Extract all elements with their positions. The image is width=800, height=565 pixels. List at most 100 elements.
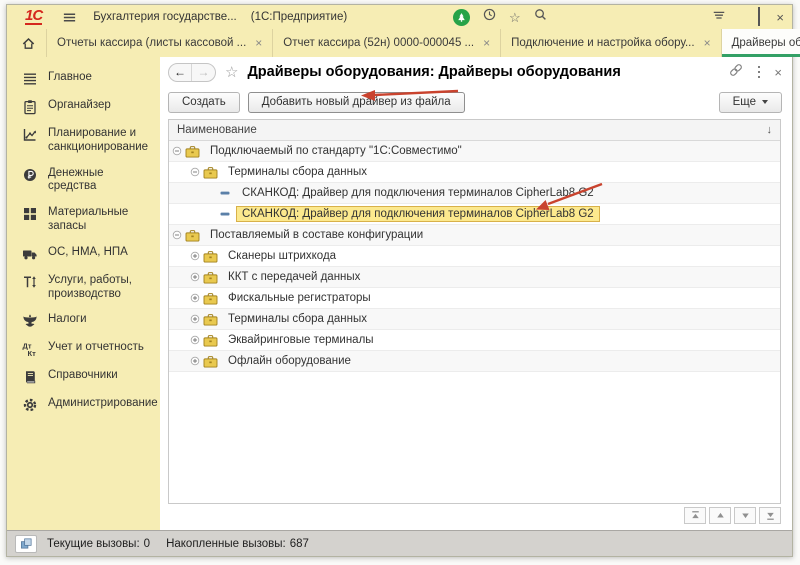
collapse-node-icon[interactable]	[172, 230, 182, 240]
expand-node-icon[interactable]	[190, 293, 200, 303]
add-to-favorites-icon[interactable]: ☆	[225, 65, 238, 80]
tree-row-5[interactable]: Поставляемый в составе конфигурации	[169, 225, 780, 246]
main-menu-icon[interactable]	[712, 8, 726, 27]
tree-row-label: СКАНКОД: Драйвер для подключения термина…	[236, 185, 600, 201]
sidebar-item-3[interactable]: Планирование и санкционирование	[7, 121, 160, 161]
search-icon[interactable]	[533, 7, 548, 27]
money-icon	[22, 167, 38, 183]
sidebar-item-label: Услуги, работы, производство	[48, 274, 154, 302]
expand-node-icon[interactable]	[190, 314, 200, 324]
tree-row-6[interactable]: Сканеры штрихкода	[169, 246, 780, 267]
chevron-down-icon	[762, 100, 768, 104]
driver-item-icon	[219, 208, 231, 220]
sidebar-item-7[interactable]: Услуги, работы, производство	[7, 268, 160, 308]
tab-close-icon[interactable]: ×	[483, 37, 490, 49]
tree-row-10[interactable]: Эквайринговые терминалы	[169, 330, 780, 351]
main-area: Главное Органайзер Планирование и санкцион…	[7, 57, 792, 530]
sidebar-item-9[interactable]: Учет и отчетность	[7, 335, 160, 363]
go-up-button[interactable]	[709, 507, 731, 524]
sidebar-item-4[interactable]: Денежные средства	[7, 161, 160, 201]
add-driver-from-file-button[interactable]: Добавить новый драйвер из файла	[248, 92, 465, 113]
tab-2[interactable]: Отчет кассира (52н) 0000-000045 ...×	[273, 29, 501, 57]
close-window-button[interactable]: ×	[776, 11, 784, 24]
expand-node-icon[interactable]	[190, 272, 200, 282]
tree-row-label: Сканеры штрихкода	[222, 248, 342, 264]
tree-row-8[interactable]: Фискальные регистраторы	[169, 288, 780, 309]
inventory-icon	[22, 206, 38, 222]
group-folder-icon	[203, 166, 218, 179]
catalogs-icon	[22, 369, 38, 385]
home-tab[interactable]	[11, 29, 47, 57]
tree-row-label: Эквайринговые терминалы	[222, 332, 380, 348]
collapse-node-icon[interactable]	[190, 167, 200, 177]
sidebar-item-8[interactable]: Налоги	[7, 307, 160, 335]
sidebar-item-label: Денежные средства	[48, 167, 154, 195]
sidebar-item-label: Налоги	[48, 313, 87, 327]
history-icon[interactable]	[482, 7, 497, 27]
tree-row-label: ККТ с передачей данных	[222, 269, 366, 285]
tree-rows: Подключаемый по стандарту "1С:Совместимо…	[169, 141, 780, 503]
1c-logo: 1С	[25, 9, 42, 25]
create-button[interactable]: Создать	[168, 92, 240, 113]
expand-node-icon[interactable]	[190, 356, 200, 366]
sidebar-item-label: Органайзер	[48, 99, 111, 113]
go-down-button[interactable]	[734, 507, 756, 524]
toolbar: Создать Добавить новый драйвер из файла …	[160, 87, 792, 117]
performance-indicator-icon[interactable]	[15, 535, 37, 553]
form-header-actions: ×	[728, 62, 782, 83]
tree-row-2[interactable]: Терминалы сбора данных	[169, 162, 780, 183]
more-button[interactable]: Еще	[719, 92, 782, 113]
go-first-button[interactable]	[684, 507, 706, 524]
tab-1[interactable]: Отчеты кассира (листы кассовой ...×	[47, 29, 273, 57]
window-controls: ×	[712, 5, 784, 29]
tab-close-icon[interactable]: ×	[255, 37, 262, 49]
go-last-button[interactable]	[759, 507, 781, 524]
favorites-icon[interactable]: ☆	[509, 11, 521, 24]
maximize-button[interactable]	[758, 8, 760, 26]
sidebar-item-10[interactable]: Справочники	[7, 363, 160, 391]
sidebar-item-label: ОС, НМА, НПА	[48, 246, 128, 260]
tree-row-label: СКАНКОД: Драйвер для подключения термина…	[236, 206, 600, 222]
sidebar-item-2[interactable]: Органайзер	[7, 93, 160, 121]
tab-label: Подключение и настройка обору...	[511, 37, 694, 49]
hamburger-menu-icon[interactable]	[62, 10, 77, 25]
group-folder-icon	[203, 271, 218, 284]
get-link-icon[interactable]	[728, 62, 744, 83]
sidebar: Главное Органайзер Планирование и санкцион…	[7, 57, 160, 530]
expand-node-icon[interactable]	[190, 251, 200, 261]
tree-row-label: Терминалы сбора данных	[222, 311, 373, 327]
tree-row-9[interactable]: Терминалы сбора данных	[169, 309, 780, 330]
sidebar-item-11[interactable]: Администрирование	[7, 391, 160, 419]
sort-descending-icon[interactable]: ↓	[767, 125, 773, 136]
discussions-icon[interactable]	[453, 9, 470, 26]
group-folder-icon	[185, 145, 200, 158]
tree-row-7[interactable]: ККТ с передачей данных	[169, 267, 780, 288]
close-form-icon[interactable]: ×	[774, 66, 782, 79]
tree-row-11[interactable]: Офлайн оборудование	[169, 351, 780, 372]
tree-row-3[interactable]: СКАНКОД: Драйвер для подключения термина…	[169, 183, 780, 204]
accumulated-calls: Накопленные вызовы:687	[166, 538, 309, 550]
collapse-node-icon[interactable]	[172, 146, 182, 156]
tab-close-icon[interactable]: ×	[704, 37, 711, 49]
list-column-header[interactable]: Наименование ↓	[169, 120, 780, 141]
title-bar: 1С Бухгалтерия государстве...(1С:Предпри…	[7, 5, 792, 29]
sidebar-item-1[interactable]: Главное	[7, 65, 160, 93]
tab-4[interactable]: Драйверы оборудования: Драйве...×	[722, 29, 800, 57]
tab-bar: Отчеты кассира (листы кассовой ...×Отчет…	[7, 29, 792, 57]
tree-row-4[interactable]: СКАНКОД: Драйвер для подключения термина…	[169, 204, 780, 225]
tree-row-1[interactable]: Подключаемый по стандарту "1С:Совместимо…	[169, 141, 780, 162]
sidebar-item-5[interactable]: Материальные запасы	[7, 200, 160, 240]
history-nav: ← →	[168, 63, 216, 82]
form-header: ← → ☆ Драйверы оборудования: Драйверы об…	[160, 57, 792, 87]
forward-button[interactable]: →	[192, 64, 215, 81]
tab-3[interactable]: Подключение и настройка обору... ×	[501, 29, 721, 57]
driver-item-icon	[219, 187, 231, 199]
tree-row-label: Офлайн оборудование	[222, 353, 357, 369]
expand-node-icon[interactable]	[190, 335, 200, 345]
tree-row-label: Подключаемый по стандарту "1С:Совместимо…	[204, 143, 468, 159]
sidebar-item-6[interactable]: ОС, НМА, НПА	[7, 240, 160, 268]
back-button[interactable]: ←	[169, 64, 192, 81]
more-actions-icon[interactable]	[758, 66, 761, 79]
list-navigation	[160, 504, 792, 530]
sidebar-item-label: Материальные запасы	[48, 206, 154, 234]
